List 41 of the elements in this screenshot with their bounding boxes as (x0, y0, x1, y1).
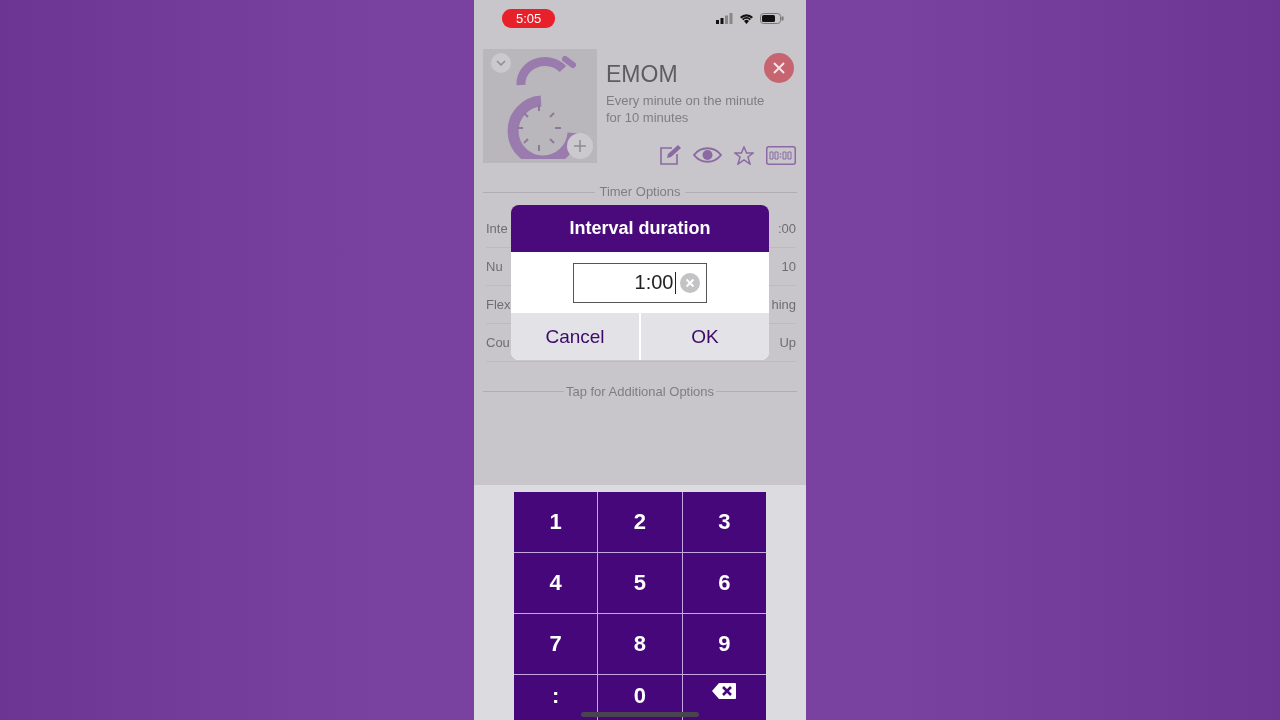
keypad-key[interactable]: 8 (598, 614, 682, 674)
close-icon (773, 62, 785, 74)
keypad-key[interactable]: 9 (682, 614, 766, 674)
setting-label: Nu (486, 259, 503, 274)
setting-label: Inte (486, 221, 508, 236)
eye-icon[interactable] (693, 146, 722, 164)
duration-input-field[interactable]: 1:00 (573, 262, 707, 303)
setting-label: Flex (486, 297, 511, 312)
keypad-key[interactable]: 5 (598, 553, 682, 613)
wifi-icon (739, 12, 754, 24)
add-icon[interactable] (567, 133, 593, 159)
keypad-key[interactable]: 1 (514, 492, 598, 552)
keypad-key[interactable]: 0 (598, 675, 682, 720)
setting-value: hing (771, 297, 796, 312)
backspace-icon (712, 683, 737, 699)
setting-value: 10 (781, 259, 796, 274)
setting-label: Cou (486, 335, 510, 350)
signal-icon (716, 12, 733, 24)
setting-value: Up (779, 335, 796, 350)
section-header: Timer Options (599, 184, 681, 199)
edit-icon[interactable] (659, 145, 681, 165)
workout-description: Every minute on the minute for 10 minutes (606, 92, 766, 126)
setting-value: :00 (777, 221, 796, 236)
keypad-key[interactable]: 2 (598, 492, 682, 552)
clear-icon[interactable] (680, 272, 700, 293)
dialog-button[interactable]: Cancel (511, 313, 639, 360)
status-time: 5:05 (502, 8, 556, 28)
keypad-key[interactable]: 4 (514, 553, 598, 613)
collapse-icon[interactable] (491, 53, 511, 73)
keypad-key[interactable]: 3 (682, 492, 766, 552)
keypad-key[interactable]: 6 (682, 553, 766, 613)
battery-icon (760, 12, 784, 24)
dialog-title: Interval duration (511, 205, 769, 252)
keypad-key[interactable]: : (514, 675, 598, 720)
workout-title: EMOM (606, 61, 678, 88)
backspace-key[interactable] (682, 675, 766, 720)
digital-clock-icon[interactable] (766, 145, 796, 165)
dialog-button[interactable]: OK (641, 313, 769, 360)
close-button[interactable] (764, 53, 794, 83)
star-icon[interactable] (734, 145, 754, 165)
keypad-key[interactable]: 7 (514, 614, 598, 674)
